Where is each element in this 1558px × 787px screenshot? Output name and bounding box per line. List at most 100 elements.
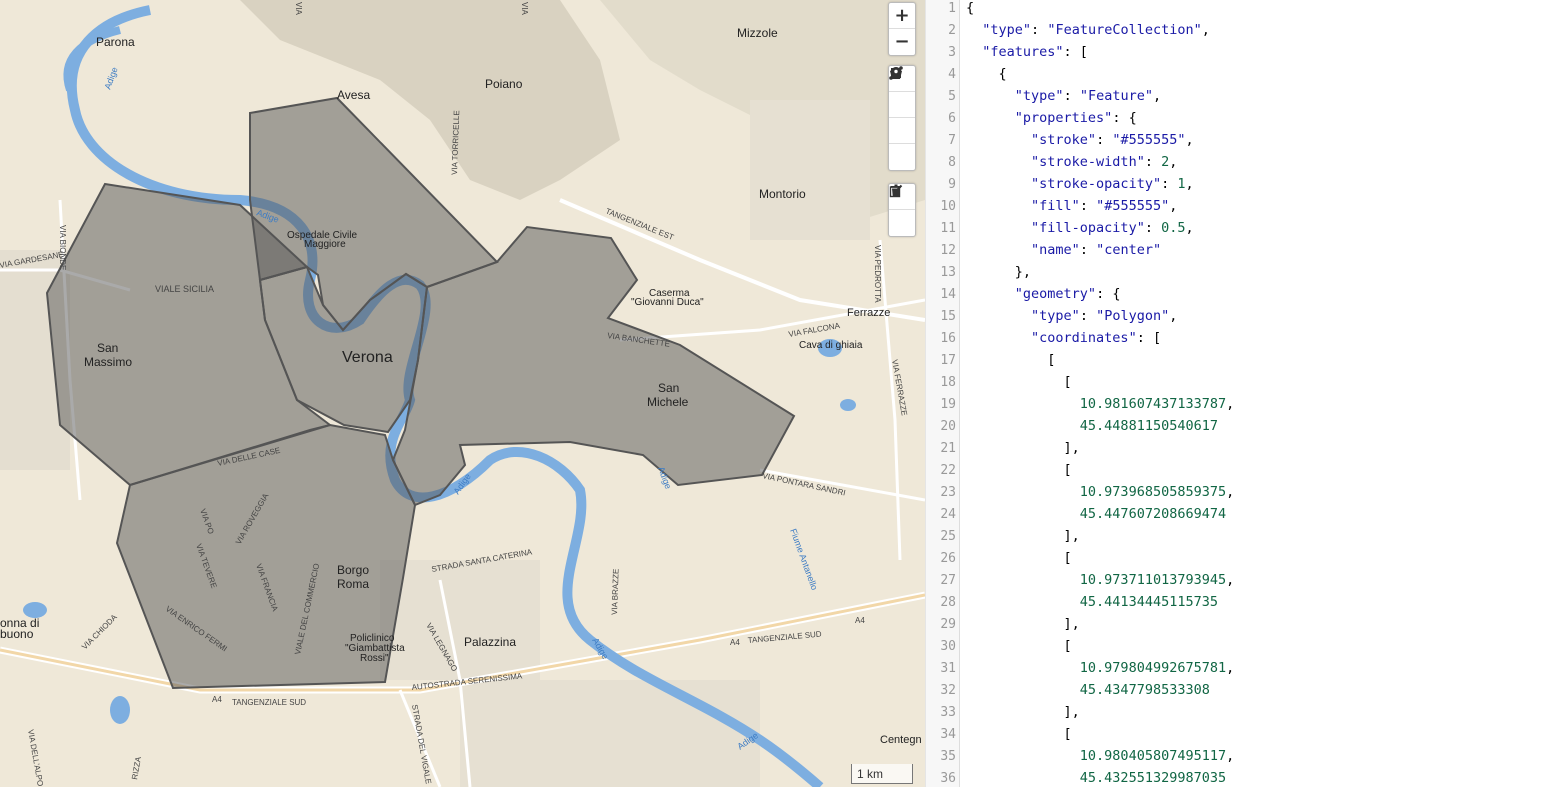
line-number: 35 <box>940 749 956 764</box>
line-number: 14 <box>940 287 956 302</box>
draw-rectangle-button[interactable] <box>889 68 915 144</box>
trash-icon <box>891 184 901 197</box>
line-number: 33 <box>940 705 956 720</box>
json-key: "features" <box>982 44 1064 60</box>
code-line: "geometry": { <box>1014 286 1121 302</box>
json-key: "name" <box>1031 242 1080 258</box>
json-string: "Feature" <box>1079 88 1153 104</box>
code-line: { <box>966 0 975 16</box>
code-line: 45.447607208669474 <box>966 506 1226 522</box>
json-key: "type" <box>1031 308 1080 324</box>
line-number: 10 <box>940 199 956 214</box>
draw-polygon-button[interactable] <box>889 67 915 118</box>
zoom-out-button[interactable]: − <box>889 29 915 55</box>
road-label-a4-2: A4 <box>730 638 740 647</box>
line-number: 29 <box>940 617 956 632</box>
json-number: 45.44134445115735 <box>1079 594 1218 610</box>
map-label-ferrazze: Ferrazze <box>847 307 890 319</box>
map-label-montorio: Montorio <box>759 187 806 201</box>
via-pedrotta <box>878 239 902 561</box>
map-label-policlinico-3: Rossi" <box>360 653 389 664</box>
code-line: ], <box>966 440 1080 456</box>
line-number: 26 <box>940 551 956 566</box>
code-line: [ <box>966 352 1056 368</box>
road-label-via-bionde: VIA BIONDE <box>58 225 67 270</box>
json-number: 10.973968505859375 <box>1079 484 1227 500</box>
json-number: 10.980405807495117 <box>1079 748 1227 764</box>
lake <box>110 696 130 724</box>
code-line: [ <box>966 638 1072 654</box>
code-line: "coordinates": [ <box>1031 330 1162 346</box>
zoom-in-button[interactable]: + <box>889 3 915 29</box>
json-key: "stroke" <box>1031 132 1097 148</box>
draw-marker-button[interactable] <box>889 67 915 170</box>
line-number: 34 <box>940 727 956 742</box>
code-line: 10.973968505859375, <box>1079 484 1235 500</box>
map-label-buono: buono <box>0 627 34 641</box>
code-line: "type": "FeatureCollection", <box>982 22 1210 38</box>
line-number: 21 <box>940 441 956 456</box>
json-key: "type" <box>1014 88 1064 104</box>
line-number: 15 <box>940 309 956 324</box>
code-line: "properties": { <box>1014 110 1137 126</box>
line-number: 11 <box>940 221 956 236</box>
map-label-poiano: Poiano <box>485 77 523 91</box>
line-number: 24 <box>940 507 956 522</box>
line-number: 17 <box>940 353 956 368</box>
line-number: 7 <box>948 133 956 148</box>
json-number: 2 <box>1161 154 1170 170</box>
code-line: [ <box>966 550 1072 566</box>
line-number: 28 <box>940 595 956 610</box>
code-line: ], <box>966 616 1080 632</box>
map-canvas[interactable]: Parona Avesa Poiano Mizzole Montorio Ver… <box>0 0 925 787</box>
line-number: 23 <box>940 485 956 500</box>
code-line: [ <box>966 462 1072 478</box>
code-line: 10.979804992675781, <box>1079 660 1235 676</box>
line-number: 25 <box>940 529 956 544</box>
code-line: "stroke-opacity": 1, <box>1031 176 1194 192</box>
json-number: 10.981607437133787 <box>1079 396 1227 412</box>
map-view[interactable]: Parona Avesa Poiano Mizzole Montorio Ver… <box>0 0 925 787</box>
road-label-via-chioda: VIA CHIODA <box>80 612 119 651</box>
code-line: "type": "Feature", <box>1014 88 1162 104</box>
line-number: 3 <box>948 45 956 60</box>
line-number: 12 <box>940 243 956 258</box>
line-number: 20 <box>940 419 956 434</box>
code-line: ], <box>966 704 1080 720</box>
json-number: 10.973711013793945 <box>1079 572 1227 588</box>
line-number: 30 <box>940 639 956 654</box>
draw-toolbar <box>888 65 916 171</box>
json-key: "type" <box>982 22 1032 38</box>
map-label-cava: Cava di ghiaia <box>799 340 863 351</box>
code-line: [ <box>966 726 1072 742</box>
line-number: 31 <box>940 661 956 676</box>
code-line: "stroke": "#555555", <box>1031 132 1194 148</box>
code-line: "type": "Polygon", <box>1031 308 1178 324</box>
line-number: 16 <box>940 331 956 346</box>
road-label-via-torricelle: VIA TORRICELLE <box>450 110 461 175</box>
map-label-mizzole: Mizzole <box>737 26 778 40</box>
code-line: 45.432551329987035 <box>966 770 1226 786</box>
map-label-san: San <box>97 341 118 355</box>
line-number: 18 <box>940 375 956 390</box>
code-line: 45.4347798533308 <box>966 682 1210 698</box>
geojson-editor[interactable]: 1 2 3 4 5 6 7 8 9 10 11 12 13 14 15 16 17 18 19 20 21 22 23 24 2… <box>925 0 1558 787</box>
json-key: "fill" <box>1031 198 1080 214</box>
json-key: "fill-opacity" <box>1031 220 1145 236</box>
road-label-strada-vigale: STRADA DEL VIGALE <box>410 704 433 785</box>
map-label-centegn: Centegn <box>880 734 922 746</box>
edit-toolbar <box>888 183 916 237</box>
code-line: 10.981607437133787, <box>1079 396 1235 412</box>
map-label-parona: Parona <box>96 35 135 49</box>
code-line: "fill": "#555555", <box>1031 198 1178 214</box>
zoom-control: + − <box>888 2 916 56</box>
delete-layers-button[interactable] <box>889 184 915 236</box>
map-label-avesa: Avesa <box>337 88 370 102</box>
map-label-roma: Roma <box>337 577 369 591</box>
line-number: 5 <box>948 89 956 104</box>
line-number: 27 <box>940 573 956 588</box>
json-number: 45.4347798533308 <box>1079 682 1210 698</box>
json-number: 0.5 <box>1161 220 1186 236</box>
json-number: 45.447607208669474 <box>1079 506 1227 522</box>
code-line: "name": "center" <box>1031 242 1162 258</box>
